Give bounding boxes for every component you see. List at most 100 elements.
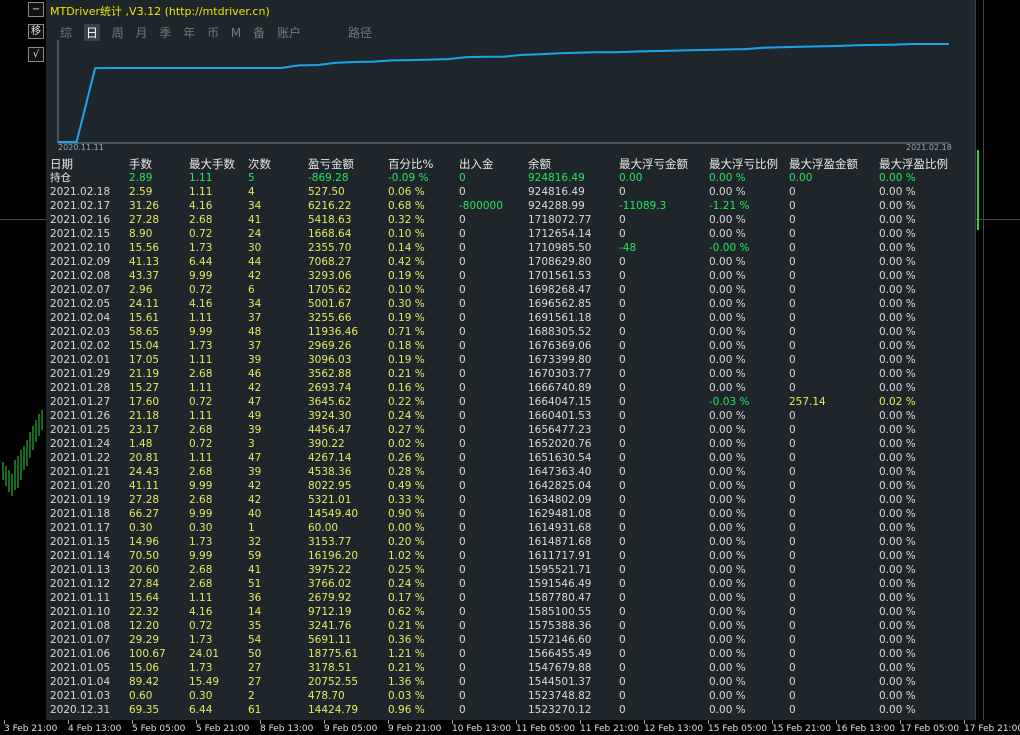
table-cell: 6 xyxy=(248,284,255,296)
table-cell: 0 xyxy=(789,480,796,492)
table-cell: 4.16 xyxy=(189,298,213,310)
table-cell: 0.00 % xyxy=(709,382,746,394)
time-axis-tick xyxy=(4,720,5,724)
table-cell: 6.44 xyxy=(189,256,213,268)
table-cell: 39 xyxy=(248,354,262,366)
table-cell: 1.73 xyxy=(189,340,213,352)
equity-line xyxy=(57,43,949,143)
table-cell: 2.96 xyxy=(129,284,153,296)
table-row: 2021.01.21 24.43 2.68 39 4538.36 0.28 % 0 16473… xyxy=(50,465,970,479)
time-axis-tick xyxy=(644,720,645,724)
table-cell: 0 xyxy=(789,438,796,450)
table-cell: 0 xyxy=(459,620,466,632)
table-cell: 32 xyxy=(248,536,262,548)
table-cell: 2.68 xyxy=(189,494,213,506)
table-cell: 7068.27 xyxy=(308,256,352,268)
table-cell: 0.00 % xyxy=(879,508,916,520)
table-cell: 15.61 xyxy=(129,312,160,324)
table-row: 2021.02.09 41.13 6.44 44 7068.27 0.42 % 0 17086… xyxy=(50,255,970,269)
table-cell: 2021.01.08 xyxy=(50,620,111,632)
table-cell: 0 xyxy=(619,592,626,604)
minimize-button[interactable]: − xyxy=(28,2,44,17)
table-cell: 0.00 xyxy=(789,172,813,184)
table-cell: 0.21 % xyxy=(388,368,425,380)
table-cell: 5 xyxy=(248,172,255,184)
table-cell: 0.00 % xyxy=(709,256,746,268)
table-cell: 0 xyxy=(619,662,626,674)
table-cell: 8.90 xyxy=(129,228,153,240)
table-cell: 0 xyxy=(459,676,466,688)
table-cell: 0.00 % xyxy=(879,550,916,562)
table-cell: 15.49 xyxy=(189,676,220,688)
table-cell: 47 xyxy=(248,396,262,408)
table-cell: 0.00 % xyxy=(709,634,746,646)
table-cell: 1664047.15 xyxy=(528,396,592,408)
table-cell: 0.00 % xyxy=(709,606,746,618)
time-axis-tick xyxy=(324,720,325,724)
table-cell: 0 xyxy=(459,480,466,492)
table-cell: 0 xyxy=(619,326,626,338)
table-cell: 0.00 % xyxy=(879,214,916,226)
time-axis-tick xyxy=(196,720,197,724)
table-cell: -0.09 % xyxy=(388,172,429,184)
table-cell: 1572146.60 xyxy=(528,634,592,646)
move-button[interactable]: 移 xyxy=(28,24,44,39)
table-cell: 2020.12.31 xyxy=(50,704,111,716)
table-cell: 1614871.68 xyxy=(528,536,592,548)
table-row: 2021.01.26 21.18 1.11 49 3924.30 0.24 % 0 16604… xyxy=(50,409,970,423)
table-cell: 20.81 xyxy=(129,452,160,464)
table-cell: 69.35 xyxy=(129,704,160,716)
column-header: 百分比% xyxy=(388,157,434,171)
table-cell: 47 xyxy=(248,452,262,464)
table-cell: 2021.02.01 xyxy=(50,354,111,366)
table-cell: 50 xyxy=(248,648,262,660)
table-cell: 0.00 % xyxy=(879,368,916,380)
table-cell: 0.00 % xyxy=(709,662,746,674)
table-row: 2021.02.03 58.65 9.99 48 11936.46 0.71 % 0 1688… xyxy=(50,325,970,339)
table-cell: 4.16 xyxy=(189,200,213,212)
table-cell: 0 xyxy=(459,452,466,464)
table-row: 2021.01.17 0.30 0.30 1 60.00 0.00 % 0 1614931.6… xyxy=(50,521,970,535)
table-cell: 0.00 % xyxy=(879,662,916,674)
table-cell: 0.32 % xyxy=(388,214,425,226)
table-cell: 0 xyxy=(789,494,796,506)
table-cell: 924816.49 xyxy=(528,172,585,184)
table-row: 2021.01.07 29.29 1.73 54 5691.11 0.36 % 0 15721… xyxy=(50,633,970,647)
table-cell: 1547679.88 xyxy=(528,662,592,674)
table-cell: 0.00 % xyxy=(879,312,916,324)
table-cell: 1651630.54 xyxy=(528,452,592,464)
table-cell: 1.11 xyxy=(189,382,213,394)
table-row: 2021.01.13 20.60 2.68 41 3975.22 0.25 % 0 15955… xyxy=(50,563,970,577)
table-cell: 0 xyxy=(789,354,796,366)
table-cell: 0 xyxy=(459,214,466,226)
time-axis-label: 15 Feb 21:00 xyxy=(772,724,832,734)
table-cell: 0 xyxy=(789,578,796,590)
table-row: 2021.01.28 15.27 1.11 42 2693.74 0.16 % 0 16667… xyxy=(50,381,970,395)
table-cell: 2021.02.17 xyxy=(50,200,111,212)
table-cell: 0 xyxy=(619,466,626,478)
check-button[interactable]: √ xyxy=(28,47,44,62)
table-cell: 1.11 xyxy=(189,186,213,198)
table-cell: 0.26 % xyxy=(388,452,425,464)
table-cell: 3153.77 xyxy=(308,536,352,548)
table-cell: 12.20 xyxy=(129,620,160,632)
column-header: 最大浮盈金额 xyxy=(789,157,858,171)
time-axis-label: 5 Feb 05:00 xyxy=(132,724,186,734)
table-cell: 1647363.40 xyxy=(528,466,592,478)
table-cell: 0.00 % xyxy=(879,326,916,338)
table-cell: 5691.11 xyxy=(308,634,352,646)
table-cell: 0.00 % xyxy=(709,536,746,548)
table-cell: 0 xyxy=(459,424,466,436)
table-cell: 0 xyxy=(789,620,796,632)
table-cell: 1614931.68 xyxy=(528,522,592,534)
time-axis-label: 10 Feb 13:00 xyxy=(452,724,512,734)
table-cell: 0 xyxy=(789,536,796,548)
table-cell: 5321.01 xyxy=(308,494,352,506)
table-cell: 58.65 xyxy=(129,326,160,338)
table-cell: 1.11 xyxy=(189,410,213,422)
column-header: 最大浮亏金额 xyxy=(619,157,688,171)
column-header: 日期 xyxy=(50,157,73,171)
table-cell: 0 xyxy=(789,368,796,380)
column-header: 次数 xyxy=(248,157,271,171)
table-cell: 1591546.49 xyxy=(528,578,592,590)
